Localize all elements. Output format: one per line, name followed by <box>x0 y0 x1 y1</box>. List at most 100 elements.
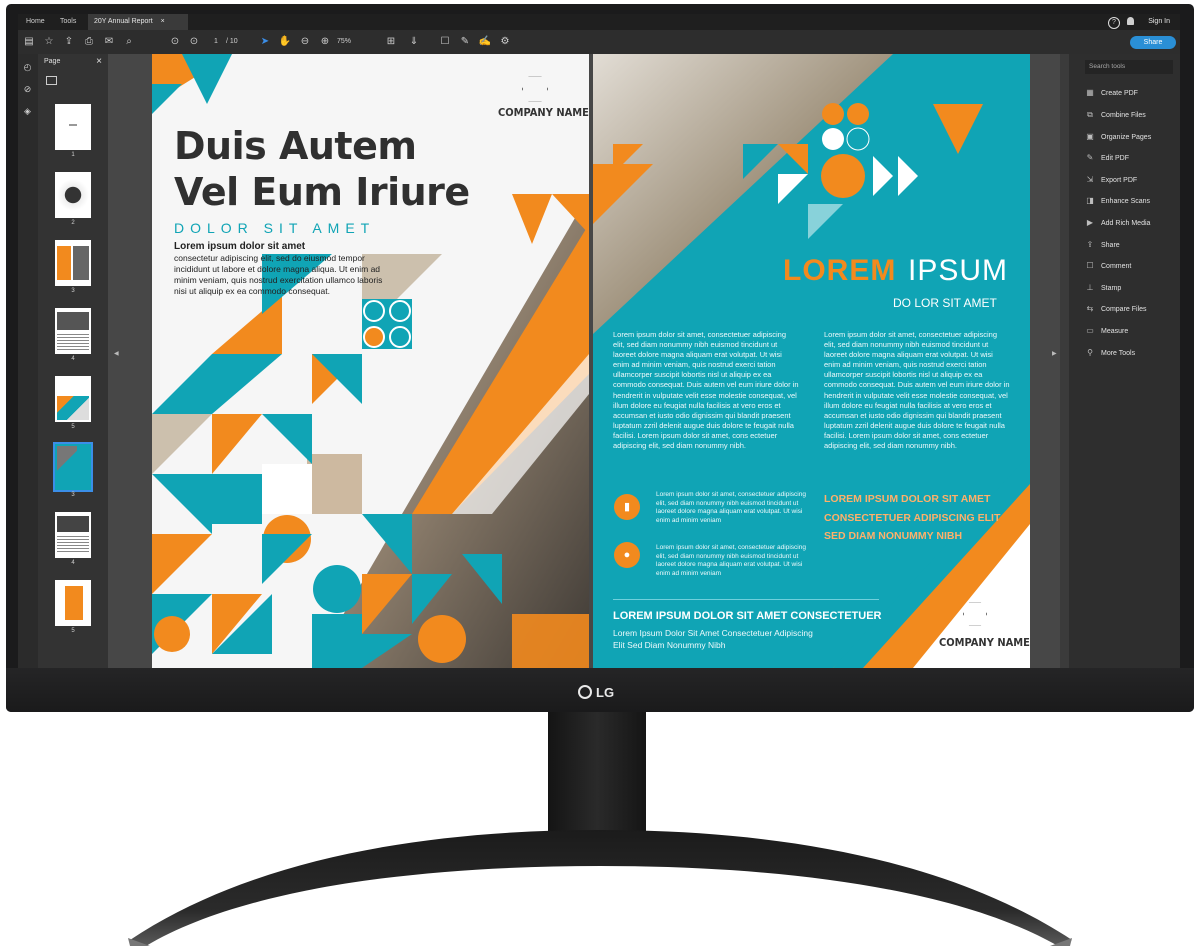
left-page-lead: Lorem ipsum dolor sit amet <box>174 241 306 252</box>
previous-page-icon[interactable]: ⊙ <box>168 35 182 49</box>
tool-enhance-scans[interactable]: ◨ Enhance Scans <box>1085 196 1150 208</box>
document-page-left: COMPANY NAME Duis Autem Vel Eum Iriure D… <box>152 54 589 668</box>
thumbnail-panel-title: Page <box>44 58 61 65</box>
thumbnail-panel: Page × 1 2 3 4 5 3 4 5 <box>38 54 125 668</box>
tool-export-pdf[interactable]: ⇲ Export PDF <box>1085 175 1138 187</box>
tool-label: Create PDF <box>1101 90 1138 97</box>
tool-organize-pages[interactable]: ▣ Organize Pages <box>1085 132 1151 144</box>
tab-home[interactable]: Home <box>20 14 51 30</box>
page-thumbnail[interactable]: 5 <box>55 376 91 430</box>
tool-label: Share <box>1101 242 1120 249</box>
hand-tool-icon[interactable]: ✋ <box>278 35 292 49</box>
close-panel-icon[interactable]: × <box>96 56 102 67</box>
tool-compare-files[interactable]: ⇆ Compare Files <box>1085 304 1147 316</box>
caps-line: SED DIAM NONUMMY NIBH <box>824 530 963 542</box>
compare-files-icon: ⇆ <box>1086 304 1094 314</box>
zoom-out-icon[interactable]: ⊖ <box>298 35 312 49</box>
zoom-in-icon[interactable]: ⊕ <box>318 35 332 49</box>
left-page-title-line2: Vel Eum Iriure <box>174 170 470 214</box>
sign-icon[interactable]: ✍ <box>478 35 492 49</box>
tool-stamp[interactable]: ⊥ Stamp <box>1085 283 1122 295</box>
thumbnail-page-number: 5 <box>71 628 75 634</box>
comment-icon[interactable]: ☐ <box>438 35 452 49</box>
find-icon[interactable]: ⌕ <box>122 35 136 49</box>
lg-circle-icon <box>578 685 592 699</box>
tool-label: Enhance Scans <box>1101 198 1151 205</box>
page-thumbnail[interactable]: 5 <box>55 580 91 634</box>
share-button[interactable]: Share <box>1130 36 1176 49</box>
people-bullet-icon: ● <box>614 542 640 568</box>
right-page-caps-block: LOREM IPSUM DOLOR SIT AMET CONSECTETUER … <box>824 490 1000 546</box>
caps-line: CONSECTETUER ADIPISCING ELIT <box>824 511 1001 524</box>
tab-home-label: Home <box>26 18 45 25</box>
close-tab-icon[interactable]: × <box>161 18 165 25</box>
page-thumbnail-selected[interactable]: 3 <box>53 442 93 498</box>
scroll-mode-icon[interactable]: ⇓ <box>407 35 421 49</box>
more-tools-icon[interactable]: ⚙ <box>498 35 512 49</box>
tool-add-rich-media[interactable]: ▶ Add Rich Media <box>1085 218 1151 230</box>
page-thumbnail[interactable]: 2 <box>55 172 91 226</box>
layers-icon[interactable]: ◈ <box>22 106 33 117</box>
tool-measure[interactable]: ▭ Measure <box>1085 326 1128 338</box>
thumbnail-page-number: 3 <box>71 288 75 294</box>
thumbnail-page-number: 2 <box>71 220 75 226</box>
right-page-title-orange: LOREM <box>783 254 897 287</box>
tab-tools[interactable]: Tools <box>54 14 82 30</box>
save-icon[interactable]: ▤ <box>22 35 36 49</box>
page-thumbnails-icon[interactable]: ◴ <box>22 62 33 73</box>
right-page-bullet-2: Lorem ipsum dolor sit amet, consectetuer… <box>656 544 806 578</box>
edit-pdf-icon: ✎ <box>1086 153 1094 163</box>
tool-edit-pdf[interactable]: ✎ Edit PDF <box>1085 153 1129 165</box>
tool-more-tools[interactable]: ⚲ More Tools <box>1085 348 1135 360</box>
tool-share[interactable]: ⇪ Share <box>1085 240 1120 252</box>
tool-create-pdf[interactable]: ▦ Create PDF <box>1085 88 1138 100</box>
help-icon[interactable]: ? <box>1108 17 1120 29</box>
page-thumbnail[interactable]: 4 <box>55 308 91 362</box>
zoom-level-dropdown[interactable]: 75% <box>337 35 351 49</box>
right-page-footer-caps: LOREM IPSUM DOLOR SIT AMET CONSECTETUER <box>613 610 882 622</box>
print-icon[interactable]: ⎙ <box>82 35 96 49</box>
page-thumbnail[interactable]: 3 <box>55 240 91 294</box>
thumbnail-options-icon[interactable] <box>46 76 57 85</box>
thumbnail-page-number: 5 <box>71 424 75 430</box>
page-number-input[interactable]: 1 <box>214 35 218 49</box>
tool-label: Edit PDF <box>1101 155 1130 162</box>
thumbnail-page-number: 4 <box>71 356 75 362</box>
page-total: / 10 <box>226 38 238 45</box>
tab-document-label: 20Y Annual Report <box>94 18 153 25</box>
search-tools-input[interactable]: Search tools <box>1085 60 1173 74</box>
select-tool-icon[interactable]: ➤ <box>258 35 272 49</box>
collapse-right-icon[interactable]: ▶ <box>1052 350 1057 357</box>
next-page-icon[interactable]: ⊙ <box>187 35 201 49</box>
page-thumbnail[interactable]: 1 <box>55 104 91 158</box>
collapse-left-icon[interactable]: ◀ <box>114 350 119 357</box>
right-page-column-1: Lorem ipsum dolor sit amet, consectetuer… <box>613 330 799 451</box>
tab-document[interactable]: 20Y Annual Report × <box>88 14 188 30</box>
tool-combine-files[interactable]: ⧉ Combine Files <box>1085 110 1146 122</box>
mail-icon[interactable]: ✉ <box>102 35 116 49</box>
star-icon[interactable]: ☆ <box>42 35 56 49</box>
tool-comment[interactable]: ☐ Comment <box>1085 261 1131 273</box>
left-page-subtitle: DOLOR SIT AMET <box>174 220 376 236</box>
main-toolbar: ▤ ☆ ⇪ ⎙ ✉ ⌕ ⊙ ⊙ 1 / 10 ➤ ✋ ⊖ ⊕ 75% ⊞ ⇓ ☐… <box>18 30 1180 54</box>
tool-label: Comment <box>1101 263 1132 270</box>
brand-logo: LG <box>578 682 614 702</box>
pen-icon[interactable]: ✎ <box>458 35 472 49</box>
screen: Home Tools 20Y Annual Report × ? Sign In … <box>18 14 1180 668</box>
stamp-icon: ⊥ <box>1086 283 1094 293</box>
combine-files-icon: ⧉ <box>1087 110 1093 120</box>
upload-icon[interactable]: ⇪ <box>62 35 76 49</box>
fit-page-icon[interactable]: ⊞ <box>384 35 398 49</box>
tool-label: More Tools <box>1101 350 1136 357</box>
notification-bell-icon[interactable] <box>1127 17 1134 25</box>
brand-logo-text: LG <box>596 684 615 700</box>
page-thumbnail[interactable]: 4 <box>55 512 91 566</box>
attachments-icon[interactable]: ⊘ <box>22 84 33 95</box>
sign-in-link[interactable]: Sign In <box>1148 14 1170 30</box>
tool-label: Measure <box>1101 328 1129 335</box>
divider <box>613 599 879 600</box>
export-pdf-icon: ⇲ <box>1086 175 1094 185</box>
tools-panel: Search tools ▦ Create PDF ⧉ Combine Files … <box>1069 54 1180 668</box>
thumbnail-page-number: 4 <box>71 560 75 566</box>
document-canvas[interactable]: ◀ COMPANY NAME Duis Autem Vel Eum Iriure… <box>108 54 1060 668</box>
